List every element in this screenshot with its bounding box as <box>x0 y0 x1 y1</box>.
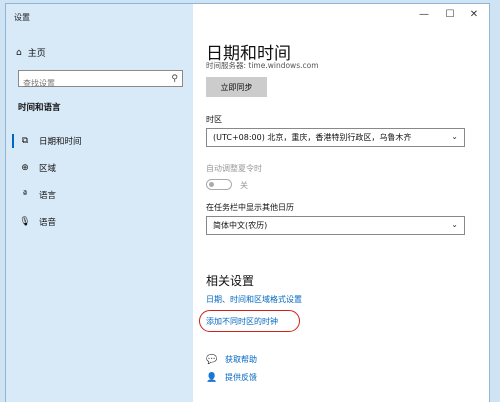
sidebar: 设置 ⌂ 主页 ⚲ 时间和语言 ⧉ 日期和时间 ⊕ 区域 ª 语言 🎙 语音 <box>6 4 193 402</box>
calendar-value: 简体中文(农历) <box>213 221 268 230</box>
highlight-oval <box>199 310 300 332</box>
calendar-label: 在任务栏中显示其他日历 <box>206 203 294 212</box>
chevron-down-icon: ⌄ <box>451 132 458 141</box>
sidebar-item-label: 区域 <box>39 164 57 174</box>
language-icon: ª <box>22 190 28 200</box>
timezone-value: (UTC+08:00) 北京，重庆，香港特别行政区，乌鲁木齐 <box>213 133 412 142</box>
search-icon[interactable]: ⚲ <box>171 74 178 84</box>
dst-toggle[interactable] <box>206 179 232 190</box>
sync-now-button[interactable]: 立即同步 <box>206 77 267 97</box>
get-help-label: 获取帮助 <box>225 355 257 364</box>
settings-window: 设置 ⌂ 主页 ⚲ 时间和语言 ⧉ 日期和时间 ⊕ 区域 ª 语言 🎙 语音 —… <box>6 4 489 402</box>
sidebar-home[interactable]: ⌂ 主页 <box>16 46 46 60</box>
sidebar-item-label: 日期和时间 <box>39 137 82 147</box>
feedback-link[interactable]: 👤 提供反馈 <box>206 372 257 383</box>
timezone-label: 时区 <box>206 115 222 124</box>
main-panel: — ☐ ✕ 日期和时间 时间服务器: time.windows.com 立即同步… <box>193 4 489 402</box>
search-input[interactable] <box>19 75 167 92</box>
sidebar-item-region[interactable]: ⊕ 区域 <box>6 159 193 177</box>
get-help-link[interactable]: 💬 获取帮助 <box>206 354 257 365</box>
feedback-icon: 👤 <box>206 372 218 383</box>
sidebar-item-speech[interactable]: 🎙 语音 <box>6 213 193 231</box>
section-label: 时间和语言 <box>18 103 61 113</box>
maximize-button[interactable]: ☐ <box>440 9 460 20</box>
microphone-icon: 🎙 <box>19 217 31 227</box>
globe-icon: ⊕ <box>21 163 29 173</box>
feedback-label: 提供反馈 <box>225 373 257 382</box>
related-settings-title: 相关设置 <box>206 274 255 288</box>
sidebar-item-label: 语言 <box>39 191 57 201</box>
calendar-dropdown[interactable]: 简体中文(农历) ⌄ <box>206 216 465 235</box>
timezone-dropdown[interactable]: (UTC+08:00) 北京，重庆，香港特别行政区，乌鲁木齐 ⌄ <box>206 128 465 147</box>
sidebar-item-language[interactable]: ª 语言 <box>6 186 193 204</box>
last-sync-info: 时间服务器: time.windows.com <box>206 61 319 70</box>
home-icon: ⌂ <box>16 47 22 58</box>
dst-label: 自动调整夏令时 <box>206 164 262 173</box>
help-icon: 💬 <box>206 354 218 365</box>
search-box[interactable]: ⚲ <box>18 70 183 92</box>
home-label: 主页 <box>27 49 46 59</box>
window-title: 设置 <box>14 13 30 22</box>
chevron-down-icon: ⌄ <box>451 220 458 229</box>
dst-state: 关 <box>240 181 248 190</box>
toggle-knob <box>209 182 214 187</box>
sidebar-item-date-time[interactable]: ⧉ 日期和时间 <box>6 132 193 150</box>
date-region-format-link[interactable]: 日期、时间和区域格式设置 <box>206 294 302 305</box>
calendar-clock-icon: ⧉ <box>21 136 29 146</box>
sidebar-item-label: 语音 <box>39 218 57 228</box>
close-button[interactable]: ✕ <box>464 9 484 20</box>
minimize-button[interactable]: — <box>414 9 434 20</box>
